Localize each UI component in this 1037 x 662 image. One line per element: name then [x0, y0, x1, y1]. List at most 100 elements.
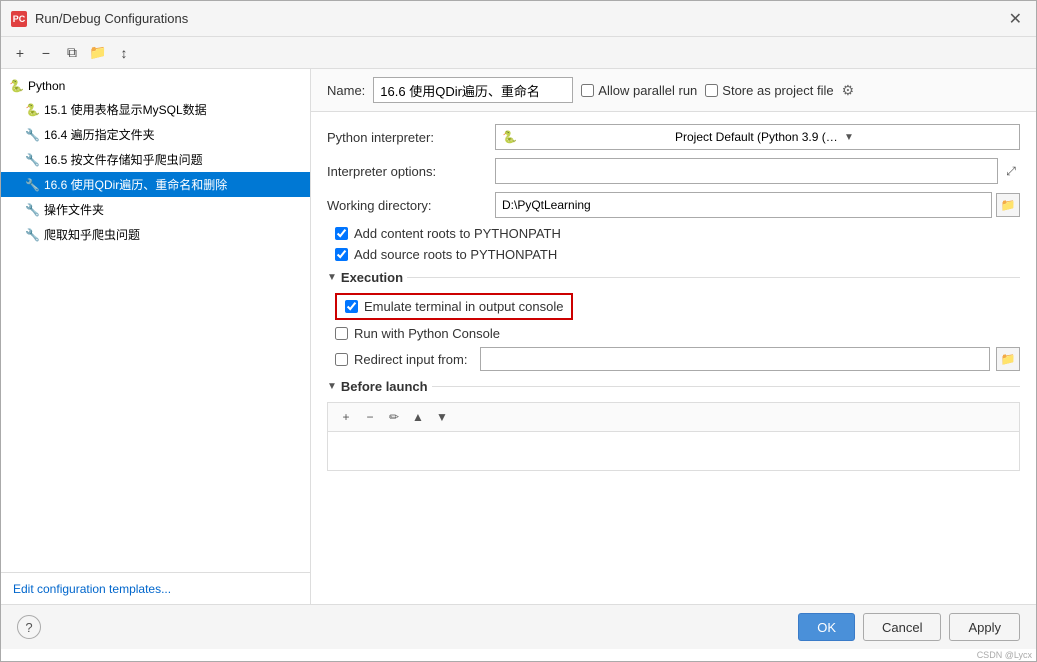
sidebar-item-3[interactable]: 🔧 16.6 使用QDir遍历、重命名和删除 [1, 172, 310, 197]
interpreter-value: Project Default (Python 3.9 (PyQtLearnin… [675, 130, 844, 144]
add-source-roots-checkbox[interactable] [335, 248, 348, 261]
sidebar-item-label-5: 爬取知乎爬虫问题 [44, 226, 140, 243]
sidebar-item-0[interactable]: 🐍 15.1 使用表格显示MySQL数据 [1, 97, 310, 122]
sidebar-item-label-4: 操作文件夹 [44, 201, 104, 218]
emulate-terminal-row: Emulate terminal in output console [335, 293, 573, 320]
apply-button[interactable]: Apply [949, 613, 1020, 641]
working-directory-label: Working directory: [327, 198, 487, 213]
emulate-terminal-checkbox[interactable] [345, 300, 358, 313]
redirect-input-row: Redirect input from: 📁 [327, 347, 1020, 371]
execution-section-title: Execution [341, 270, 403, 285]
redirect-input-field[interactable] [480, 347, 990, 371]
before-launch-list [327, 431, 1020, 471]
before-launch-section-line [432, 386, 1020, 387]
redirect-input-checkbox[interactable] [335, 353, 348, 366]
config-icon-2: 🔧 [25, 153, 40, 167]
app-icon: PC [11, 11, 27, 27]
redirect-folder-button[interactable]: 📁 [996, 347, 1020, 371]
config-icon-1: 🔧 [25, 128, 40, 142]
ok-button[interactable]: OK [798, 613, 855, 641]
working-directory-control: 📁 [495, 192, 1020, 218]
python-group-icon: 🐍 [9, 79, 24, 93]
config-header: Name: Allow parallel run Store as projec… [311, 69, 1036, 112]
python-group-label: Python [28, 79, 65, 93]
before-launch-down-button[interactable]: ▼ [432, 407, 452, 427]
add-source-roots-row: Add source roots to PYTHONPATH [327, 247, 1020, 262]
interpreter-row: Python interpreter: 🐍 Project Default (P… [327, 124, 1020, 150]
before-launch-add-button[interactable]: + [336, 407, 356, 427]
config-body: Python interpreter: 🐍 Project Default (P… [311, 112, 1036, 604]
allow-parallel-checkbox[interactable] [581, 84, 594, 97]
working-directory-input[interactable] [495, 192, 992, 218]
interpreter-options-input[interactable] [495, 158, 998, 184]
interpreter-options-control: ⤢ [495, 158, 1020, 184]
interpreter-select[interactable]: 🐍 Project Default (Python 3.9 (PyQtLearn… [495, 124, 1020, 150]
redirect-input-label[interactable]: Redirect input from: [354, 352, 474, 367]
sidebar-item-1[interactable]: 🔧 16.4 遍历指定文件夹 [1, 122, 310, 147]
python-group: 🐍 Python 🐍 15.1 使用表格显示MySQL数据 🔧 16.4 遍历指… [1, 73, 310, 249]
main-content: 🐍 Python 🐍 15.1 使用表格显示MySQL数据 🔧 16.4 遍历指… [1, 69, 1036, 604]
config-icon-5: 🔧 [25, 228, 40, 242]
sidebar-item-label-2: 16.5 按文件存储知乎爬虫问题 [44, 151, 203, 168]
sidebar-tree: 🐍 Python 🐍 15.1 使用表格显示MySQL数据 🔧 16.4 遍历指… [1, 69, 310, 572]
config-name-input[interactable] [373, 77, 573, 103]
dialog-footer: ? OK Cancel Apply [1, 604, 1036, 649]
before-launch-up-button[interactable]: ▲ [408, 407, 428, 427]
remove-config-button[interactable]: − [35, 42, 57, 64]
execution-section-divider: ▼ Execution [327, 270, 1020, 285]
sidebar-item-label-1: 16.4 遍历指定文件夹 [44, 126, 155, 143]
expand-options-button[interactable]: ⤢ [1002, 162, 1020, 180]
interpreter-options-row: Interpreter options: ⤢ [327, 158, 1020, 184]
interpreter-dropdown-arrow: ▼ [844, 132, 1013, 143]
before-launch-remove-button[interactable]: − [360, 407, 380, 427]
sidebar-item-label-3: 16.6 使用QDir遍历、重命名和删除 [44, 176, 227, 193]
run-python-console-label[interactable]: Run with Python Console [354, 326, 500, 341]
emulate-terminal-label[interactable]: Emulate terminal in output console [364, 299, 563, 314]
working-directory-row: Working directory: 📁 [327, 192, 1020, 218]
cancel-button[interactable]: Cancel [863, 613, 941, 641]
sidebar-item-2[interactable]: 🔧 16.5 按文件存储知乎爬虫问题 [1, 147, 310, 172]
before-launch-section: ▼ Before launch + − ✏ ▲ ▼ [327, 379, 1020, 471]
allow-parallel-label[interactable]: Allow parallel run [581, 83, 697, 98]
sidebar-item-5[interactable]: 🔧 爬取知乎爬虫问题 [1, 222, 310, 247]
add-source-roots-label[interactable]: Add source roots to PYTHONPATH [354, 247, 557, 262]
execution-collapse-arrow[interactable]: ▼ [327, 272, 337, 283]
add-content-roots-label[interactable]: Add content roots to PYTHONPATH [354, 226, 561, 241]
sidebar-item-4[interactable]: 🔧 操作文件夹 [1, 197, 310, 222]
add-config-button[interactable]: + [9, 42, 31, 64]
dialog-title: Run/Debug Configurations [35, 11, 997, 26]
python-group-header[interactable]: 🐍 Python [1, 75, 310, 97]
copy-config-button[interactable]: ⧉ [61, 42, 83, 64]
interpreter-options-label: Interpreter options: [327, 164, 487, 179]
config-icon-3: 🔧 [25, 178, 40, 192]
add-content-roots-row: Add content roots to PYTHONPATH [327, 226, 1020, 241]
before-launch-collapse-arrow[interactable]: ▼ [327, 381, 337, 392]
sidebar-item-label-0: 15.1 使用表格显示MySQL数据 [44, 101, 207, 118]
close-button[interactable]: ✕ [1005, 9, 1026, 29]
sort-config-button[interactable]: ↕ [113, 42, 135, 64]
right-panel: Name: Allow parallel run Store as projec… [311, 69, 1036, 604]
execution-section-line [407, 277, 1020, 278]
store-as-project-checkbox[interactable] [705, 84, 718, 97]
working-directory-folder-button[interactable]: 📁 [996, 193, 1020, 217]
config-icon-0: 🐍 [25, 103, 40, 117]
store-as-project-label[interactable]: Store as project file [705, 83, 833, 98]
config-toolbar: + − ⧉ 📁 ↕ [1, 37, 1036, 69]
name-label: Name: [327, 83, 365, 98]
run-debug-dialog: PC Run/Debug Configurations ✕ + − ⧉ 📁 ↕ [0, 0, 1037, 662]
help-button[interactable]: ? [17, 615, 41, 639]
interpreter-control: 🐍 Project Default (Python 3.9 (PyQtLearn… [495, 124, 1020, 150]
folder-config-button[interactable]: 📁 [87, 42, 109, 64]
config-icon-4: 🔧 [25, 203, 40, 217]
sidebar-footer: Edit configuration templates... [1, 572, 310, 604]
edit-templates-link[interactable]: Edit configuration templates... [13, 582, 171, 596]
before-launch-edit-button[interactable]: ✏ [384, 407, 404, 427]
sidebar: 🐍 Python 🐍 15.1 使用表格显示MySQL数据 🔧 16.4 遍历指… [1, 69, 311, 604]
add-content-roots-checkbox[interactable] [335, 227, 348, 240]
run-python-console-checkbox[interactable] [335, 327, 348, 340]
run-python-console-row: Run with Python Console [327, 326, 1020, 341]
before-launch-divider: ▼ Before launch [327, 379, 1020, 394]
settings-gear-icon[interactable]: ⚙ [842, 82, 855, 99]
interpreter-label: Python interpreter: [327, 130, 487, 145]
before-launch-title: Before launch [341, 379, 428, 394]
